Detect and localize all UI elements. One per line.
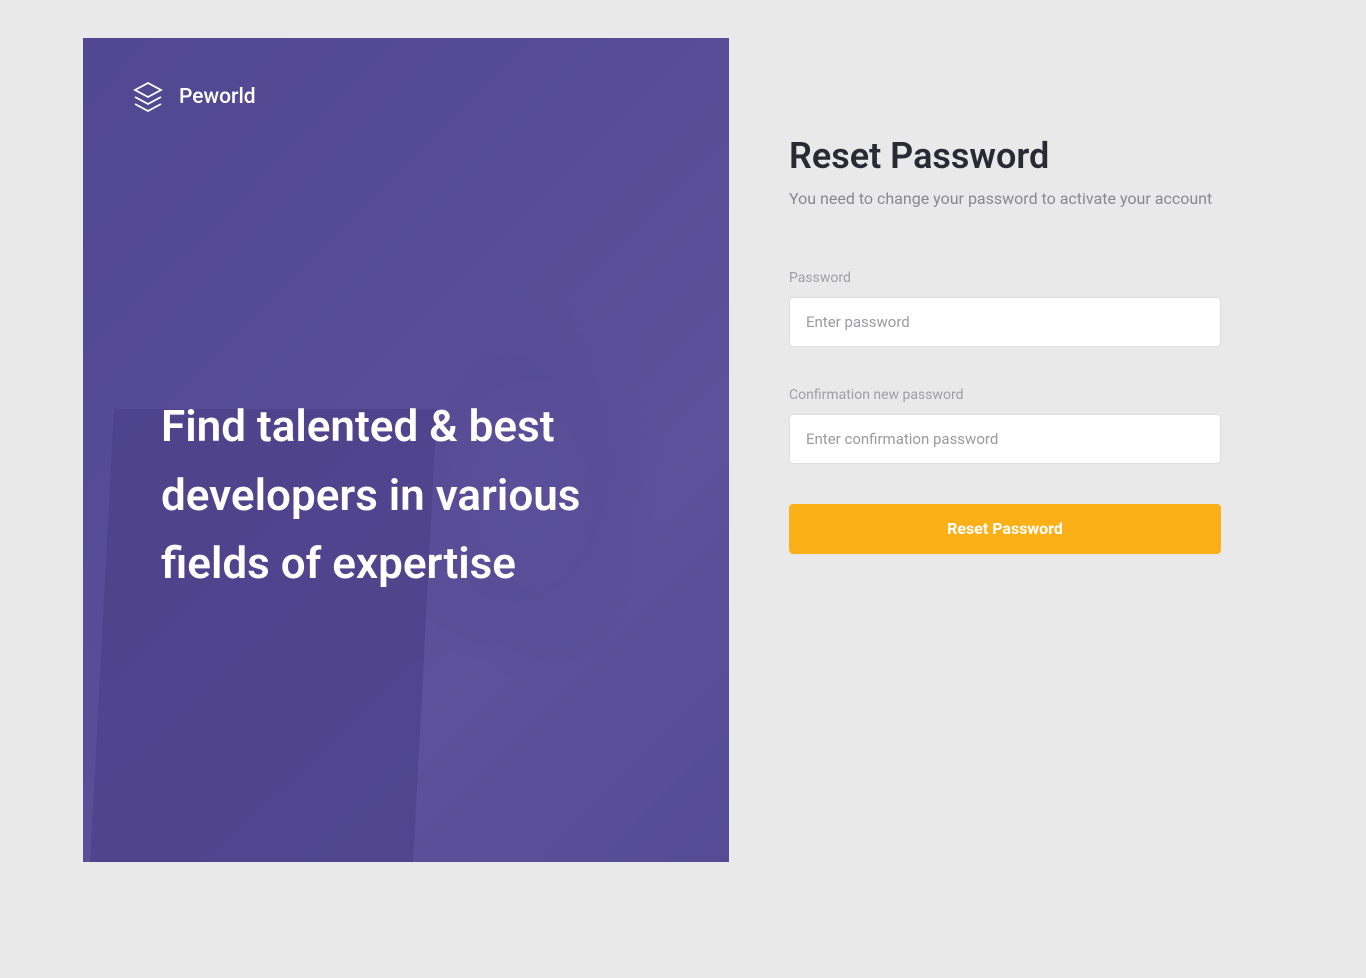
page-title: Reset Password <box>789 135 1221 177</box>
page-subtitle: You need to change your password to acti… <box>789 187 1221 212</box>
hero-headline: Find talented & best developers in vario… <box>161 392 681 598</box>
hero-content: Peworld Find talented & best developers … <box>83 38 729 862</box>
password-label: Password <box>789 270 1221 286</box>
brand: Peworld <box>131 80 681 114</box>
password-group: Password <box>789 270 1221 347</box>
page-container: Peworld Find talented & best developers … <box>83 38 1283 862</box>
confirm-password-label: Confirmation new password <box>789 387 1221 403</box>
reset-password-button[interactable]: Reset Password <box>789 504 1221 554</box>
password-input[interactable] <box>789 297 1221 347</box>
confirm-password-group: Confirmation new password <box>789 387 1221 464</box>
layers-icon <box>131 80 165 114</box>
confirm-password-input[interactable] <box>789 414 1221 464</box>
form-panel: Reset Password You need to change your p… <box>789 38 1221 862</box>
hero-panel: Peworld Find talented & best developers … <box>83 38 729 862</box>
brand-name: Peworld <box>179 85 256 109</box>
